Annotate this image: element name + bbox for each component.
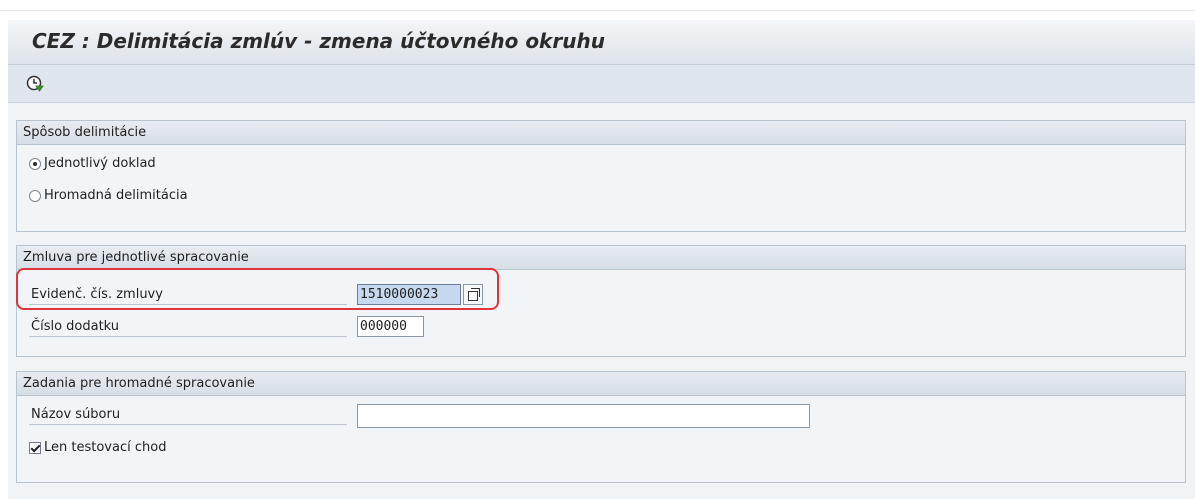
file-name-label: Názov súboru — [29, 404, 347, 425]
application-toolbar — [8, 65, 1195, 103]
radio-bulk-delimitation[interactable]: Hromadná delimitácia — [29, 186, 188, 206]
title-bar: CEZ : Delimitácia zmlúv - zmena účtovnéh… — [8, 20, 1195, 65]
group-delimitation-method: Spôsob delimitácie Jednotlivý doklad Hro… — [16, 120, 1186, 232]
test-run-label: Len testovací chod — [44, 440, 167, 455]
test-run-checkbox-row[interactable]: Len testovací chod — [29, 438, 166, 458]
radio-button-selected[interactable] — [29, 158, 41, 170]
radio-label-single: Jednotlivý doklad — [44, 156, 156, 171]
red-highlight-annotation — [16, 268, 499, 310]
group-header-method: Spôsob delimitácie — [17, 121, 1185, 145]
radio-button-unselected[interactable] — [29, 190, 41, 202]
amendment-number-input[interactable]: 000000 — [357, 316, 424, 337]
amendment-number-label: Číslo dodatku — [29, 316, 347, 337]
group-header-bulk: Zadania pre hromadné spracovanie — [17, 372, 1185, 396]
page-title: CEZ : Delimitácia zmlúv - zmena účtovnéh… — [32, 29, 605, 53]
group-header-single: Zmluva pre jednotlivé spracovanie — [17, 246, 1185, 270]
radio-single-document[interactable]: Jednotlivý doklad — [29, 154, 156, 174]
top-divider — [0, 10, 1195, 11]
radio-label-bulk: Hromadná delimitácia — [44, 188, 188, 203]
execute-clock-icon[interactable] — [26, 75, 44, 93]
file-name-input[interactable] — [357, 404, 810, 428]
group-bulk-processing: Zadania pre hromadné spracovanie Názov s… — [16, 371, 1186, 483]
test-run-checkbox[interactable] — [29, 442, 41, 454]
